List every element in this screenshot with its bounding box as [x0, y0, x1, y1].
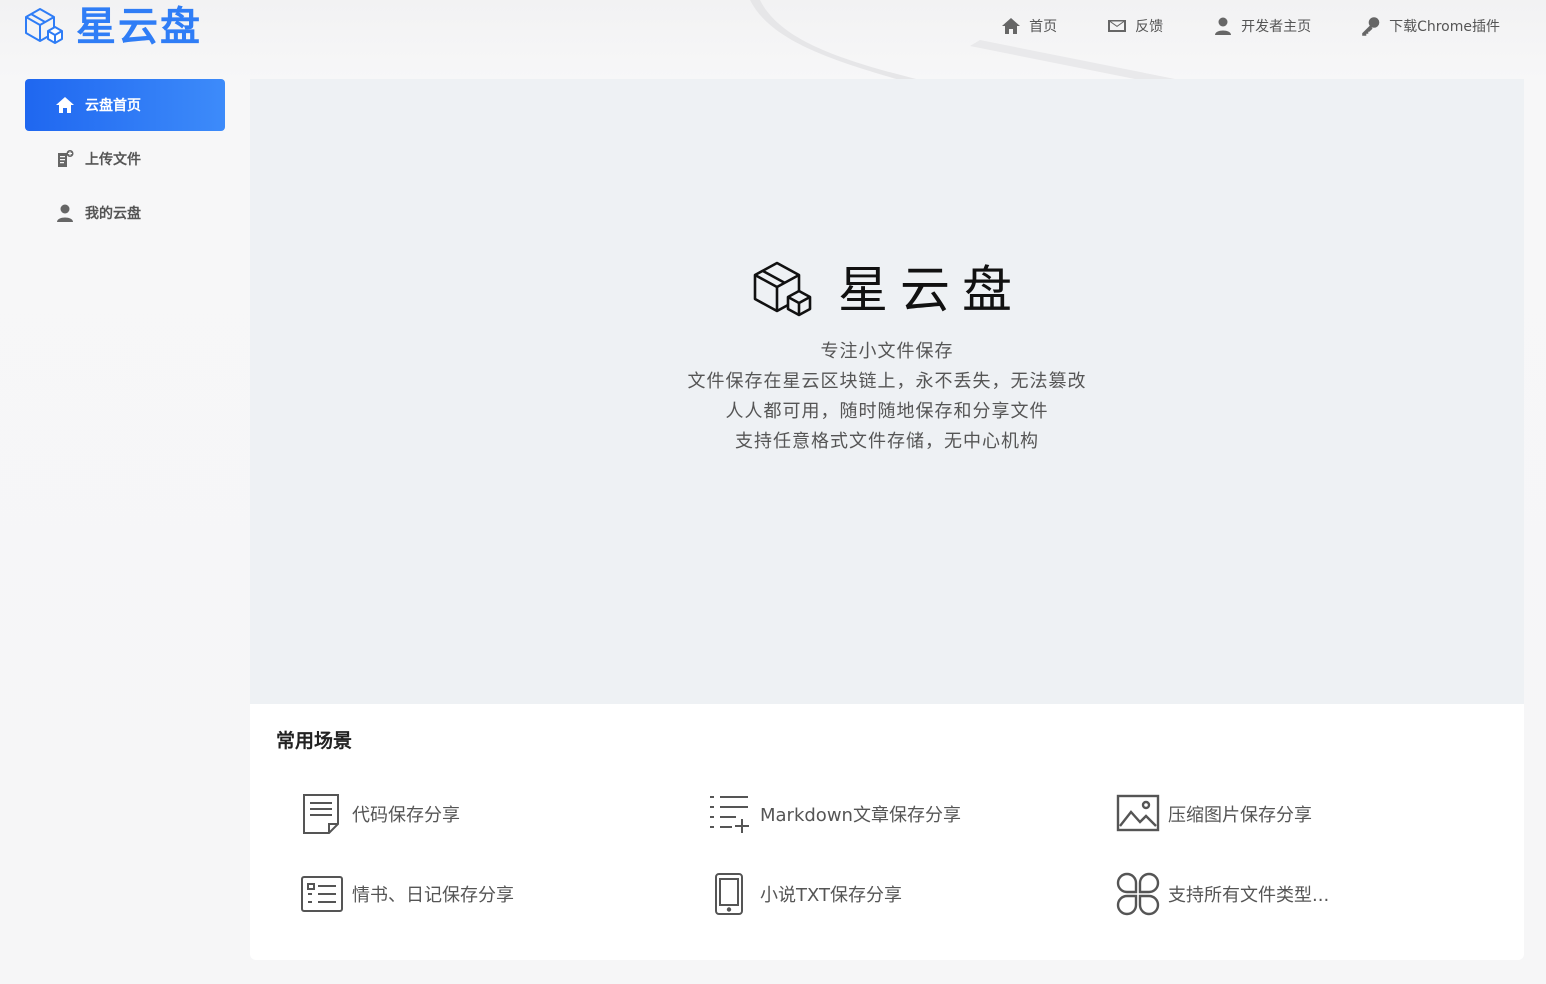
hero-description: 专注小文件保存 文件保存在星云区块链上，永不丢失，无法篡改 人人都可用，随时随地… [250, 337, 1524, 457]
hero-line: 文件保存在星云区块链上，永不丢失，无法篡改 [687, 371, 1087, 392]
list-add-icon [710, 796, 749, 833]
hero-line: 支持任意格式文件存储，无中心机构 [735, 431, 1039, 452]
clover-icon [1116, 872, 1160, 916]
scene-label: 压缩图片保存分享 [1168, 805, 1312, 826]
sidebar-item-label: 上传文件 [85, 152, 141, 168]
hero-line: 专注小文件保存 [820, 341, 954, 362]
site-logo[interactable]: 星云盘 [22, 2, 202, 52]
user-icon [1215, 17, 1232, 35]
cube-logo-icon [25, 8, 63, 44]
nav-home[interactable]: 首页 [1001, 14, 1057, 38]
key-icon [1362, 17, 1380, 36]
scene-image-share[interactable]: 压缩图片保存分享 [1116, 792, 1312, 836]
nav-download-plugin-label: 下载Chrome插件 [1389, 19, 1500, 35]
scene-label: 支持所有文件类型... [1168, 885, 1330, 906]
logo-text: 星云盘 [76, 4, 202, 50]
hero-title: 星云盘 [838, 261, 1024, 319]
nav-home-label: 首页 [1029, 19, 1058, 35]
mail-icon [1108, 20, 1127, 32]
scene-label: Markdown文章保存分享 [760, 805, 961, 826]
nav-download-plugin[interactable]: 下载Chrome插件 [1361, 14, 1500, 38]
sidebar: 云盘首页 上传文件 我的云盘 [25, 79, 225, 241]
scene-all-file-types[interactable]: 支持所有文件类型... [1116, 872, 1329, 916]
nav-feedback-label: 反馈 [1135, 19, 1164, 35]
nav-feedback[interactable]: 反馈 [1107, 14, 1163, 38]
sidebar-item-label: 云盘首页 [85, 98, 141, 114]
document-icon [303, 794, 339, 834]
image-icon [1116, 794, 1160, 832]
common-scenes-panel: 常用场景 代码保存分享 Markdown文章保存分享 压缩图片保存分享 情书、日… [250, 704, 1524, 960]
user-icon [57, 204, 73, 222]
nav-developer-label: 开发者主页 [1241, 19, 1312, 35]
scene-label: 小说TXT保存分享 [760, 885, 903, 906]
tablet-icon [715, 873, 743, 915]
scene-code-share[interactable]: 代码保存分享 [300, 792, 460, 836]
notebook-icon [301, 876, 343, 912]
top-header: 星云盘 首页 反馈 开发者主页 下载Chrome插件 [0, 0, 1546, 56]
upload-file-icon [58, 150, 74, 167]
sidebar-item-my-drive[interactable]: 我的云盘 [25, 187, 225, 239]
sidebar-item-label: 我的云盘 [85, 206, 141, 222]
sidebar-item-upload[interactable]: 上传文件 [25, 133, 225, 185]
scenes-title: 常用场景 [276, 730, 353, 752]
hero-line: 人人都可用，随时随地保存和分享文件 [725, 401, 1049, 422]
home-icon [56, 97, 74, 113]
hero-section: 星云盘 专注小文件保存 文件保存在星云区块链上，永不丢失，无法篡改 人人都可用，… [250, 79, 1524, 704]
scene-novel-share[interactable]: 小说TXT保存分享 [708, 872, 902, 916]
cube-logo-icon [753, 261, 812, 317]
nav-developer[interactable]: 开发者主页 [1213, 14, 1311, 38]
scene-diary-share[interactable]: 情书、日记保存分享 [300, 872, 514, 916]
sidebar-item-home[interactable]: 云盘首页 [25, 79, 225, 131]
hero-logo: 星云盘 [250, 257, 1524, 323]
top-navigation: 首页 反馈 开发者主页 下载Chrome插件 [951, 14, 1500, 38]
scene-markdown-share[interactable]: Markdown文章保存分享 [708, 792, 961, 836]
scene-label: 代码保存分享 [352, 805, 460, 826]
home-icon [1002, 18, 1021, 34]
scene-label: 情书、日记保存分享 [352, 885, 514, 906]
